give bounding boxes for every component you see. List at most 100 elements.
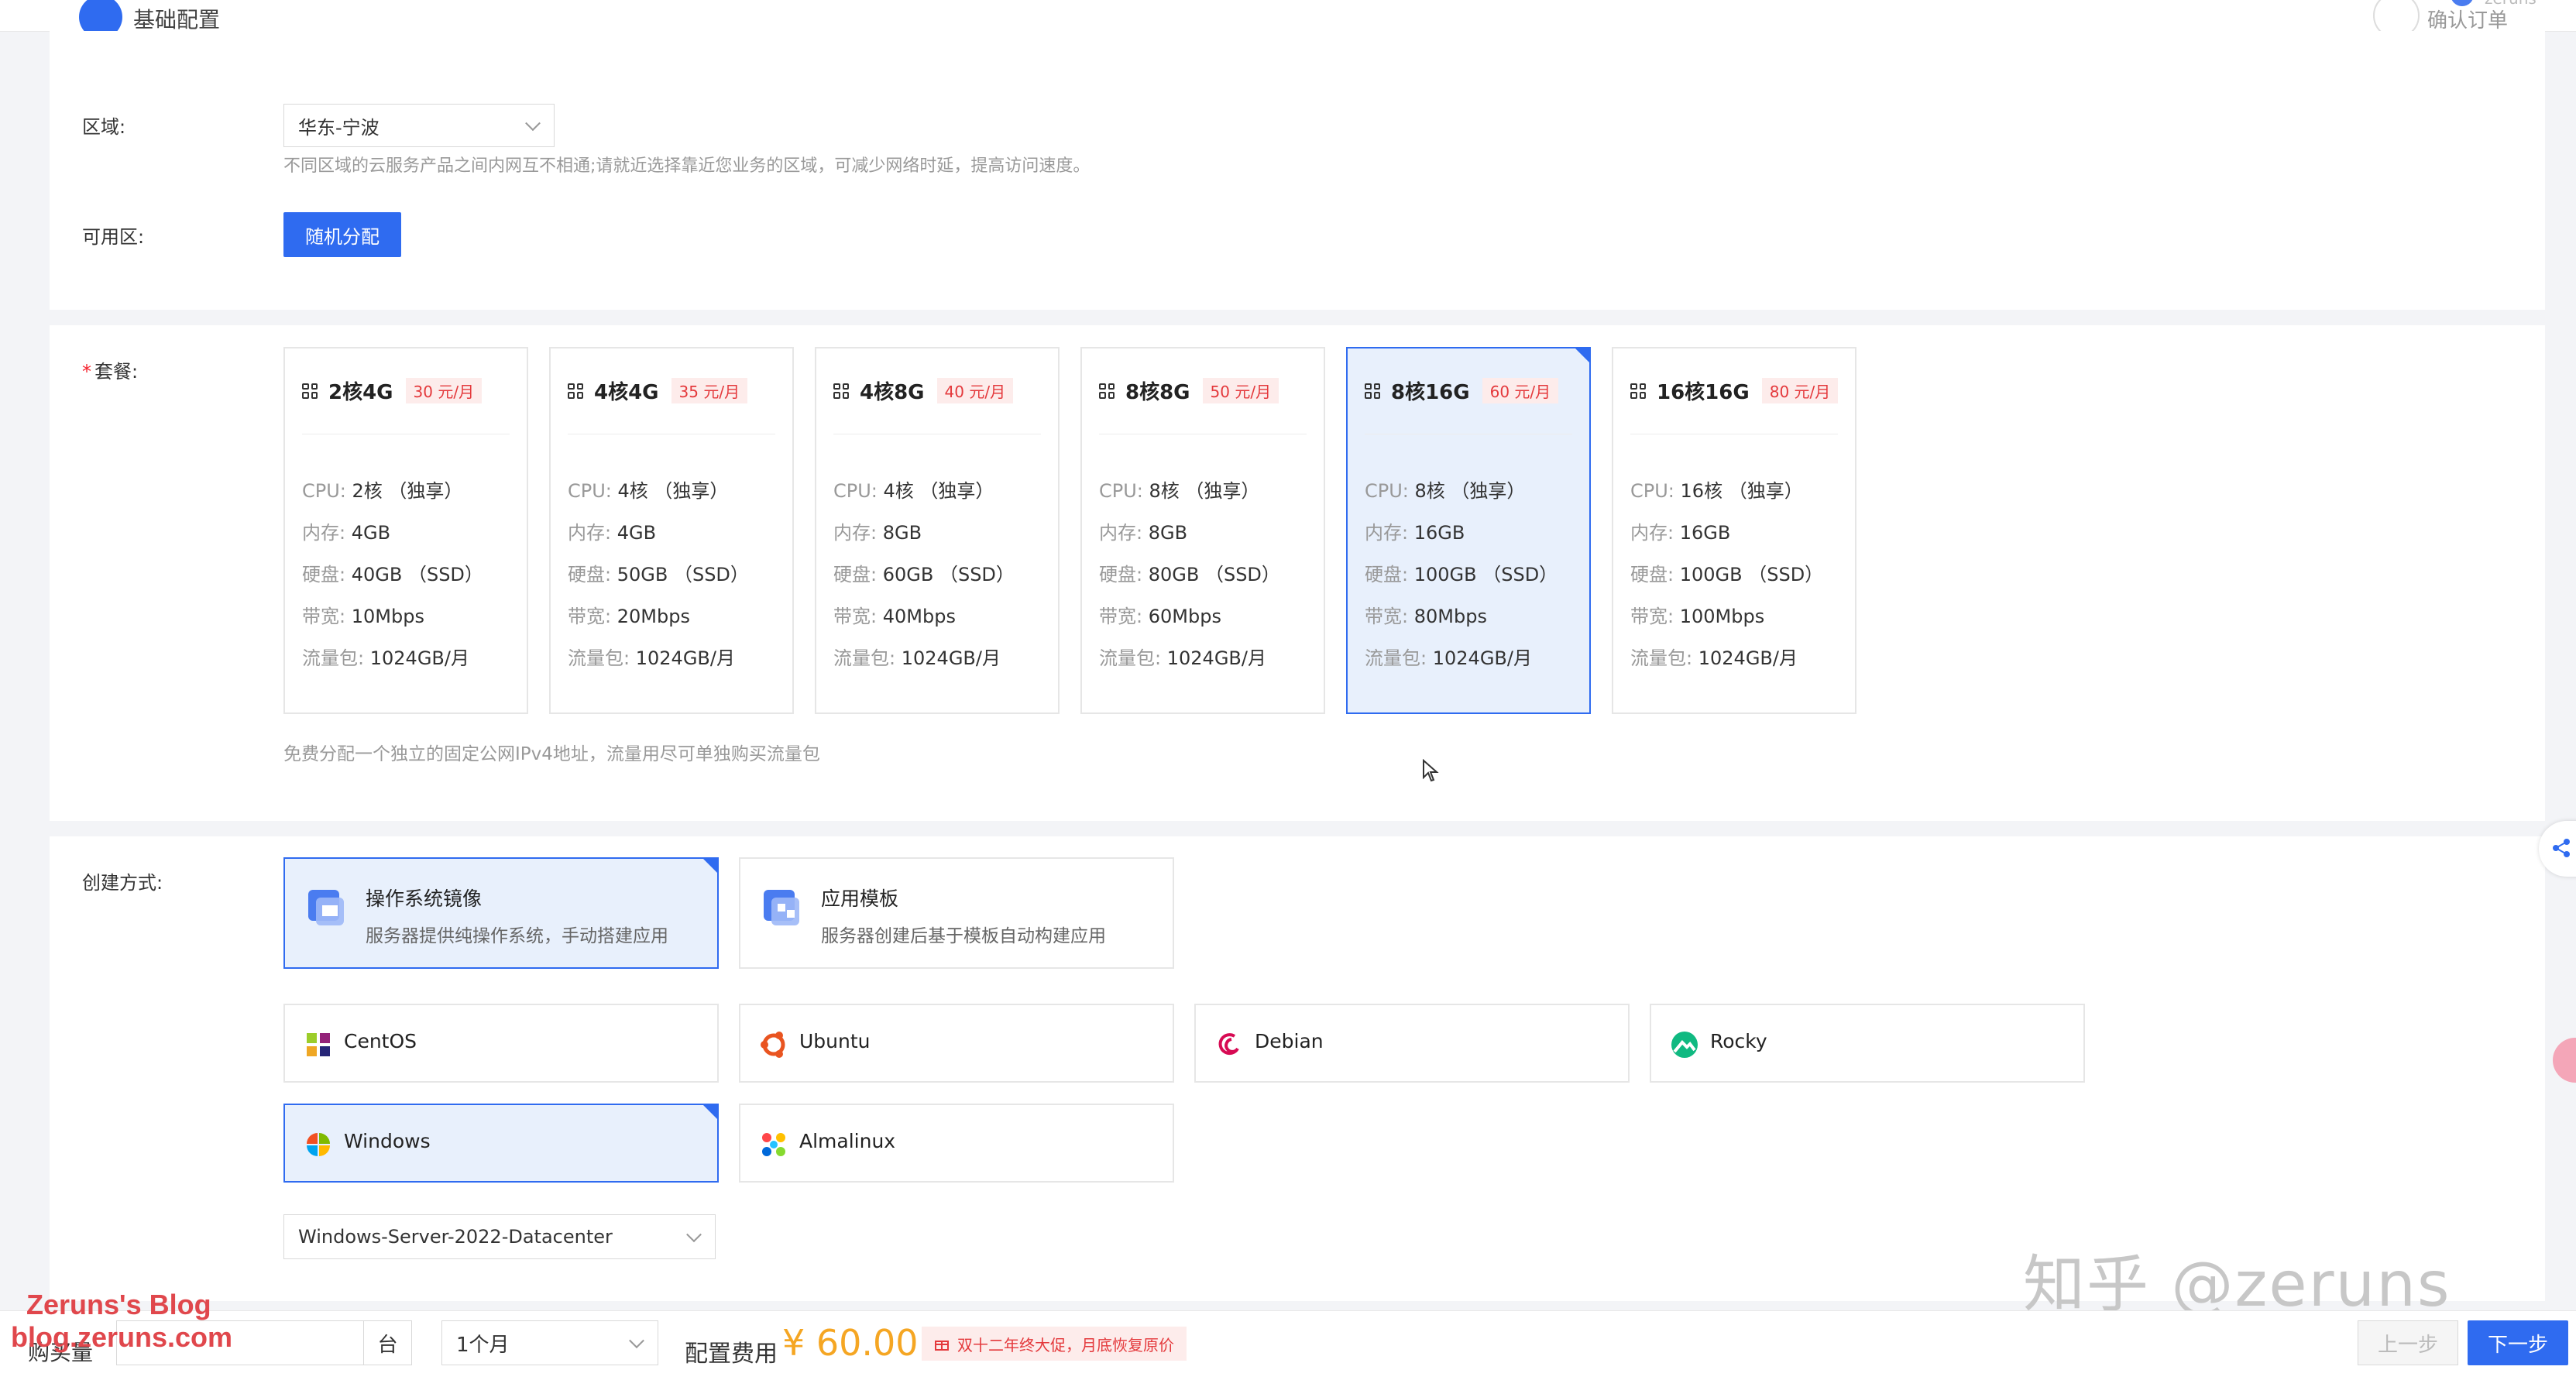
plan-spec-mem: 内存: 8GB: [1099, 522, 1188, 544]
plan-card[interactable]: 8核16G 60 元/月 CPU: 8核 （独享） 内存: 16GB 硬盘: 100GB…: [1346, 347, 1591, 714]
zone-random-button[interactable]: 随机分配: [283, 212, 401, 257]
plan-card[interactable]: 4核4G 35 元/月 CPU: 4核 （独享） 内存: 4GB 硬盘: 50GB （S…: [549, 347, 794, 714]
promo-text: 双十二年终大促，月底恢复原价: [957, 1335, 1174, 1354]
top-bar: 基础配置 确认订单 zeruns: [0, 0, 2576, 39]
promo-badge: 双十二年终大促，月底恢复原价: [922, 1327, 1187, 1361]
plan-card[interactable]: 2核4G 30 元/月 CPU: 2核 （独享） 内存: 4GB 硬盘: 40GB （S…: [283, 347, 528, 714]
plan-spec-disk: 硬盘: 60GB （SSD）: [833, 564, 1015, 585]
step-2-title: 确认订单: [2427, 9, 2509, 33]
plan-spec-traffic: 流量包: 1024GB/月: [568, 647, 735, 669]
plan-spec-mem: 内存: 16GB: [1365, 522, 1465, 544]
step-1-title: 基础配置: [133, 7, 221, 33]
os-name: Debian: [1255, 1030, 1324, 1052]
fee-value: ¥ 60.00: [782, 1322, 919, 1364]
os-option-centos[interactable]: CentOS: [283, 1004, 719, 1083]
os-version-select[interactable]: Windows-Server-2022-Datacenter: [283, 1214, 716, 1259]
plan-price: 35 元/月: [671, 378, 748, 403]
zone-label: 可用区:: [82, 226, 145, 248]
plan-spec-bw: 带宽: 20Mbps: [568, 606, 690, 627]
floating-help-button[interactable]: [2553, 1038, 2576, 1083]
blog-watermark-title: Zeruns's Blog: [26, 1289, 211, 1320]
plan-card-header: 8核16G 60 元/月: [1365, 376, 1559, 405]
debian-icon: [1218, 1033, 1239, 1056]
plan-price: 40 元/月: [936, 378, 1014, 403]
os-version-value: Windows-Server-2022-Datacenter: [298, 1226, 613, 1248]
plan-card-header: 4核8G 40 元/月: [833, 376, 1014, 405]
plan-spec-traffic: 流量包: 1024GB/月: [302, 647, 469, 669]
os-option-windows[interactable]: Windows: [283, 1104, 719, 1183]
plan-spec-disk: 硬盘: 80GB （SSD）: [1099, 564, 1280, 585]
method-title: 操作系统镜像: [366, 887, 483, 910]
plan-price: 30 元/月: [405, 378, 483, 403]
region-select[interactable]: 华东-宁波: [283, 104, 555, 147]
user-name[interactable]: zeruns: [2485, 0, 2537, 8]
plan-spec-cpu: CPU: 16核 （独享）: [1630, 480, 1803, 502]
chevron-down-icon: [686, 1227, 702, 1243]
grid-icon: [568, 383, 583, 399]
plan-spec-cpu: CPU: 8核 （独享）: [1365, 480, 1526, 502]
plan-spec-mem: 内存: 8GB: [833, 522, 922, 544]
plan-card[interactable]: 8核8G 50 元/月 CPU: 8核 （独享） 内存: 8GB 硬盘: 80GB （S…: [1080, 347, 1325, 714]
plan-spec-disk: 硬盘: 100GB （SSD）: [1365, 564, 1558, 585]
region-label: 区域:: [82, 116, 126, 138]
prev-button[interactable]: 上一步: [2358, 1320, 2458, 1365]
plan-spec-bw: 带宽: 40Mbps: [833, 606, 956, 627]
plan-card[interactable]: 4核8G 40 元/月 CPU: 4核 （独享） 内存: 8GB 硬盘: 60GB （S…: [815, 347, 1060, 714]
region-hint: 不同区域的云服务产品之间内网互不相通;请就近选择靠近您业务的区域，可减少网络时延…: [283, 156, 1091, 176]
method-option-os-image[interactable]: 操作系统镜像 服务器提供纯操作系统，手动搭建应用: [283, 857, 719, 969]
plan-spec-bw: 带宽: 100Mbps: [1630, 606, 1765, 627]
plan-spec-disk: 硬盘: 40GB （SSD）: [302, 564, 483, 585]
plan-name: 4核8G: [860, 381, 925, 404]
plan-spec-mem: 内存: 4GB: [302, 522, 391, 544]
duration-value: 1个月: [456, 1333, 510, 1357]
centos-icon: [307, 1033, 330, 1056]
next-button[interactable]: 下一步: [2468, 1320, 2568, 1365]
os-name: Windows: [344, 1130, 431, 1152]
ubuntu-icon: [761, 1032, 785, 1058]
grid-icon: [833, 383, 849, 399]
os-option-rocky[interactable]: Rocky: [1650, 1004, 2085, 1083]
plan-price: 80 元/月: [1761, 378, 1839, 403]
method-desc: 服务器提供纯操作系统，手动搭建应用: [366, 926, 668, 946]
plan-name: 8核16G: [1391, 381, 1470, 404]
selected-corner-icon: [703, 1105, 717, 1119]
grid-icon: [302, 383, 318, 399]
plan-name: 4核4G: [594, 381, 659, 404]
os-option-ubuntu[interactable]: Ubuntu: [739, 1004, 1174, 1083]
gift-icon: [935, 1341, 949, 1351]
bottom-bar: 购买量 台 1个月 配置费用 ¥ 60.00 双十二年终大促，月底恢复原价 上一…: [0, 1310, 2576, 1387]
plan-spec-traffic: 流量包: 1024GB/月: [1365, 647, 1532, 669]
app-template-icon: [764, 890, 799, 925]
chevron-down-icon: [629, 1333, 644, 1349]
blog-watermark-url: blog.zeruns.com: [11, 1321, 233, 1353]
os-image-icon: [308, 890, 344, 925]
almalinux-icon: [762, 1133, 785, 1156]
plan-spec-traffic: 流量包: 1024GB/月: [833, 647, 1001, 669]
share-icon: [2553, 839, 2570, 857]
os-name: Rocky: [1710, 1030, 1767, 1052]
plan-spec-disk: 硬盘: 50GB （SSD）: [568, 564, 749, 585]
plan-hint: 免费分配一个独立的固定公网IPv4地址，流量用尽可单独购买流量包: [283, 744, 820, 764]
plan-spec-traffic: 流量包: 1024GB/月: [1099, 647, 1266, 669]
fee-label: 配置费用: [685, 1341, 778, 1368]
os-option-debian[interactable]: Debian: [1194, 1004, 1630, 1083]
plan-spec-cpu: CPU: 2核 （独享）: [302, 480, 463, 502]
plan-name: 16核16G: [1657, 381, 1750, 404]
plan-spec-bw: 带宽: 80Mbps: [1365, 606, 1487, 627]
plan-name: 2核4G: [328, 381, 393, 404]
method-label: 创建方式:: [82, 872, 163, 894]
plan-card-header: 2核4G 30 元/月: [302, 376, 483, 405]
method-desc: 服务器创建后基于模板自动构建应用: [821, 926, 1106, 946]
method-option-app-template[interactable]: 应用模板 服务器创建后基于模板自动构建应用: [739, 857, 1174, 969]
os-option-almalinux[interactable]: Almalinux: [739, 1104, 1174, 1183]
plan-card[interactable]: 16核16G 80 元/月 CPU: 16核 （独享） 内存: 16GB 硬盘: 100…: [1612, 347, 1856, 714]
selected-corner-icon: [1575, 348, 1589, 362]
plan-spec-mem: 内存: 16GB: [1630, 522, 1731, 544]
duration-select[interactable]: 1个月: [441, 1320, 658, 1365]
qty-unit: 台: [364, 1320, 412, 1365]
os-name: CentOS: [344, 1030, 417, 1052]
grid-icon: [1630, 383, 1646, 399]
rocky-icon: [1671, 1032, 1698, 1058]
grid-icon: [1099, 383, 1115, 399]
windows-icon: [307, 1133, 330, 1156]
